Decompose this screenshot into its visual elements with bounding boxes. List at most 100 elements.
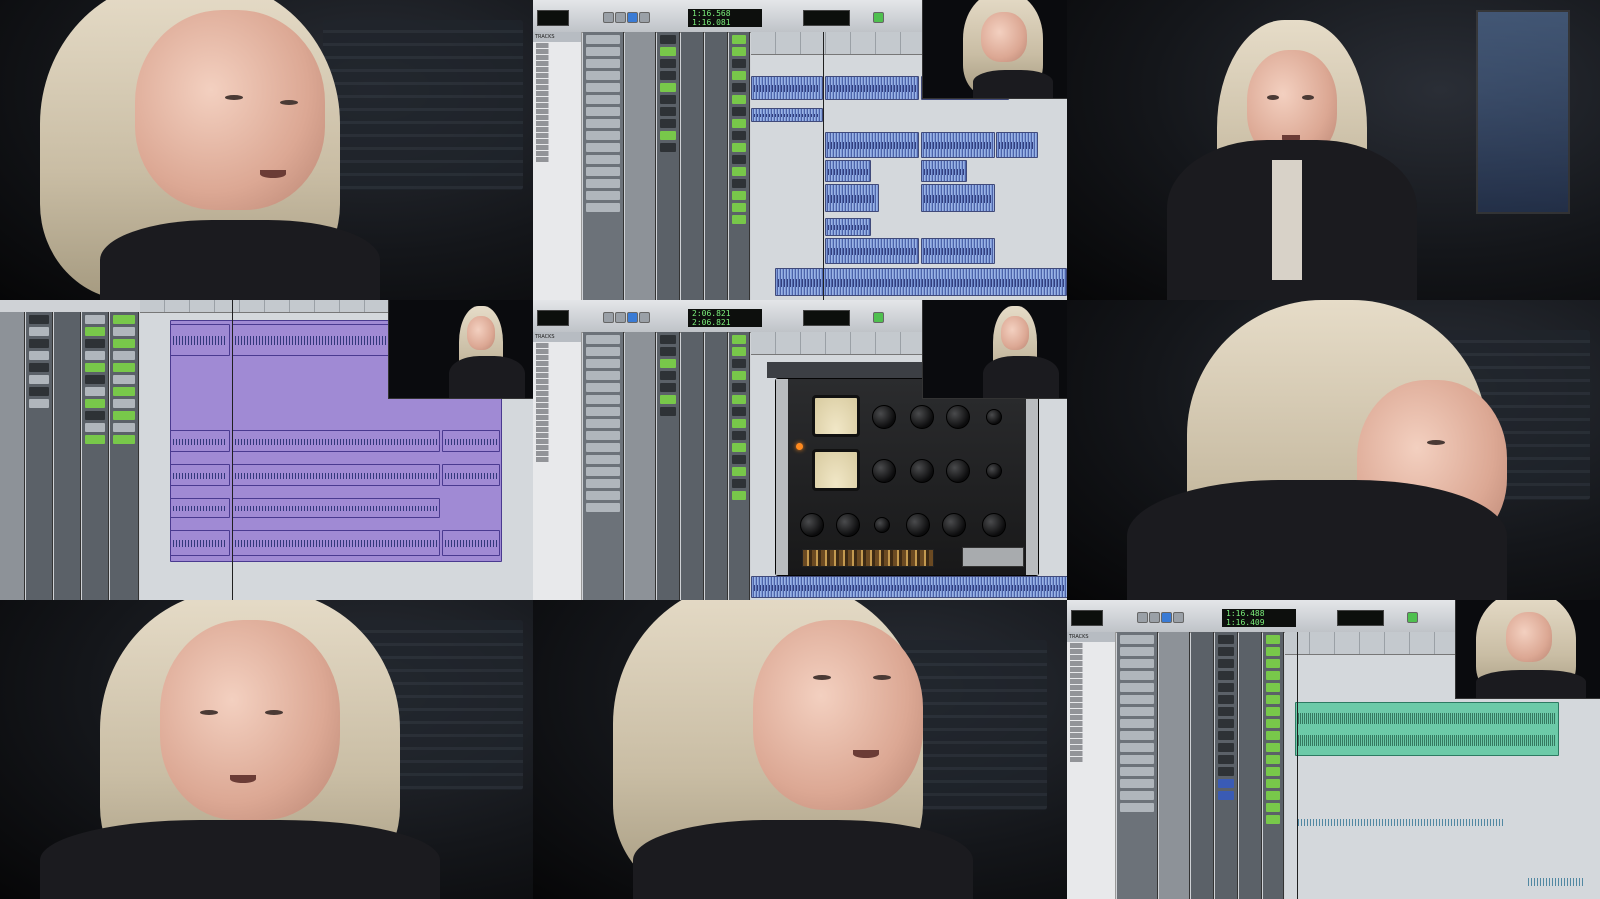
dc-threshold-knob[interactable]: [986, 463, 1002, 479]
audio-clip[interactable]: [170, 530, 230, 556]
audio-clip[interactable]: [1525, 866, 1587, 896]
picture-in-picture-video: [922, 300, 1067, 399]
input-gain-knob[interactable]: [872, 405, 896, 429]
input-gain-knob[interactable]: [872, 459, 896, 483]
playhead[interactable]: [823, 32, 824, 300]
volume-column: [729, 332, 750, 600]
video-frame-looking-down: [1067, 300, 1600, 600]
audio-clip[interactable]: [442, 430, 500, 452]
audio-clip[interactable]: [825, 184, 879, 212]
threshold-knob[interactable]: [910, 459, 934, 483]
io-column: [681, 32, 704, 300]
audio-clip[interactable]: [170, 430, 230, 452]
stop-button[interactable]: [615, 312, 626, 323]
sidechain-knob[interactable]: [906, 513, 930, 537]
audio-clip[interactable]: [170, 464, 230, 486]
threshold-knob[interactable]: [910, 405, 934, 429]
rack-ear: [776, 379, 788, 575]
inserts-column: [625, 332, 656, 600]
display-meter: [1071, 610, 1103, 626]
track-names-column: [583, 32, 624, 300]
eye: [280, 100, 298, 105]
audio-clip[interactable]: [751, 576, 1067, 598]
stop-button[interactable]: [615, 12, 626, 23]
stop-button[interactable]: [1149, 612, 1160, 623]
face: [135, 10, 325, 210]
play-button[interactable]: [627, 12, 638, 23]
play-button[interactable]: [627, 312, 638, 323]
video-frame-at-desk: [1067, 0, 1600, 300]
output-knob[interactable]: [836, 513, 860, 537]
plugin-logo-plate: [962, 547, 1024, 567]
loop-button[interactable]: [1407, 612, 1418, 623]
person: [40, 0, 380, 300]
audio-clip[interactable]: [751, 108, 823, 122]
video-frame-closeup-3: [533, 600, 1067, 899]
output-gain-knob[interactable]: [982, 513, 1006, 537]
person: [983, 306, 1063, 398]
dc-threshold-knob[interactable]: [986, 409, 1002, 425]
audio-clip[interactable]: [921, 132, 995, 158]
jacket: [100, 220, 380, 300]
playhead[interactable]: [1297, 632, 1298, 899]
mix-knob[interactable]: [800, 513, 824, 537]
audio-clip[interactable]: [825, 76, 919, 100]
main-counter: 1:16.568 1:16.081: [688, 9, 762, 27]
loop-button[interactable]: [873, 312, 884, 323]
counter-sub: 2:06.821: [692, 318, 731, 327]
audio-clip[interactable]: [825, 160, 871, 182]
audio-clip[interactable]: [232, 498, 440, 518]
audio-clip[interactable]: [921, 160, 967, 182]
mode-knob[interactable]: [874, 517, 890, 533]
inserts-column: [1159, 632, 1190, 899]
rewind-button[interactable]: [1137, 612, 1148, 623]
audio-clip[interactable]: [825, 132, 919, 158]
audio-clip[interactable]: [996, 132, 1038, 158]
audio-clip[interactable]: [232, 464, 440, 486]
display-meter: [537, 310, 569, 326]
audio-clip[interactable]: [442, 464, 500, 486]
audio-clip[interactable]: [232, 530, 440, 556]
person: [613, 600, 973, 899]
audio-clip[interactable]: [921, 238, 995, 264]
person: [1107, 300, 1527, 600]
play-button[interactable]: [1161, 612, 1172, 623]
audio-clip[interactable]: [1295, 702, 1559, 756]
audio-clip[interactable]: [921, 184, 995, 212]
rewind-button[interactable]: [603, 12, 614, 23]
loop-button[interactable]: [873, 12, 884, 23]
record-button[interactable]: [639, 12, 650, 23]
daw-window-edit-purple: [0, 300, 533, 600]
tempo-display: [803, 310, 850, 326]
playhead[interactable]: [232, 300, 233, 600]
audio-clip[interactable]: [775, 268, 1067, 296]
audio-clip[interactable]: [1295, 810, 1507, 834]
io-column: [82, 312, 109, 600]
record-button[interactable]: [1173, 612, 1184, 623]
tube-array: [802, 549, 934, 567]
audio-clip[interactable]: [751, 76, 823, 100]
video-frame-closeup-2: [0, 600, 533, 899]
volume-column: [729, 32, 750, 300]
track-names-column: [583, 332, 624, 600]
rewind-button[interactable]: [603, 312, 614, 323]
audio-clip[interactable]: [170, 324, 230, 356]
time-constant-knob[interactable]: [946, 405, 970, 429]
compressor-plugin-window[interactable]: [775, 378, 1039, 576]
io-column: [1215, 632, 1238, 899]
audio-clip[interactable]: [170, 498, 230, 518]
tracks-list: TRACKS: [533, 332, 582, 600]
output-gain-knob[interactable]: [942, 513, 966, 537]
record-button[interactable]: [639, 312, 650, 323]
audio-clip[interactable]: [232, 430, 440, 452]
daw-window-edit-top: 1:16.568 1:16.081 TRACKS: [533, 0, 1067, 300]
time-constant-knob[interactable]: [946, 459, 970, 483]
audio-clip[interactable]: [825, 238, 919, 264]
audio-clip[interactable]: [442, 530, 500, 556]
audio-clip[interactable]: [825, 218, 871, 236]
tracks-list: TRACKS: [533, 32, 582, 300]
video-frame-closeup-1: [0, 0, 533, 300]
tracks-list: TRACKS: [1067, 632, 1116, 899]
track-names-column: [1117, 632, 1158, 899]
person: [963, 0, 1053, 98]
